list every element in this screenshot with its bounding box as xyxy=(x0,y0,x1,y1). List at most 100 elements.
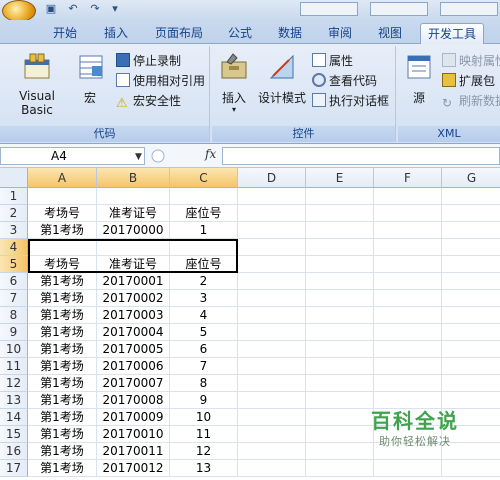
row-header[interactable]: 17 xyxy=(0,460,28,477)
table-cell[interactable]: 20170006 xyxy=(97,358,170,375)
table-cell[interactable] xyxy=(238,426,306,443)
table-cell[interactable] xyxy=(306,256,374,273)
table-cell[interactable]: 20170001 xyxy=(97,273,170,290)
table-cell[interactable]: 20170004 xyxy=(97,324,170,341)
table-cell[interactable] xyxy=(238,273,306,290)
table-cell[interactable]: 20170002 xyxy=(97,290,170,307)
tab-view[interactable]: 视图 xyxy=(370,23,410,44)
table-cell[interactable] xyxy=(238,341,306,358)
table-cell[interactable] xyxy=(442,307,500,324)
table-cell[interactable] xyxy=(306,375,374,392)
table-cell[interactable]: 5 xyxy=(170,324,238,341)
table-cell[interactable]: 第1考场 xyxy=(28,443,97,460)
table-cell[interactable]: 第1考场 xyxy=(28,409,97,426)
undo-icon[interactable]: ↶ xyxy=(66,2,80,16)
macro-security-button[interactable]: ⚠ 宏安全性 xyxy=(116,92,181,111)
column-header[interactable]: D xyxy=(238,168,306,188)
chevron-down-icon[interactable]: ▼ xyxy=(135,152,142,162)
table-cell[interactable]: 第1考场 xyxy=(28,273,97,290)
table-cell[interactable] xyxy=(374,256,442,273)
table-cell[interactable]: 9 xyxy=(170,392,238,409)
table-cell[interactable] xyxy=(306,307,374,324)
table-cell[interactable] xyxy=(442,324,500,341)
table-cell[interactable] xyxy=(238,290,306,307)
table-cell[interactable]: 第1考场 xyxy=(28,341,97,358)
table-cell[interactable] xyxy=(238,307,306,324)
table-cell[interactable] xyxy=(238,409,306,426)
table-cell[interactable]: 第1考场 xyxy=(28,290,97,307)
table-cell[interactable] xyxy=(442,273,500,290)
refresh-data-button[interactable]: ↻刷新数据 xyxy=(442,92,500,110)
stop-recording-button[interactable]: 停止录制 xyxy=(116,52,181,70)
name-box[interactable]: A4 xyxy=(0,147,145,165)
table-cell[interactable]: 20170007 xyxy=(97,375,170,392)
table-cell[interactable]: 20170010 xyxy=(97,426,170,443)
row-header[interactable]: 3 xyxy=(0,222,28,239)
table-cell[interactable]: 10 xyxy=(170,409,238,426)
table-cell[interactable] xyxy=(306,205,374,222)
table-cell[interactable]: 8 xyxy=(170,375,238,392)
table-cell[interactable] xyxy=(306,290,374,307)
office-button[interactable] xyxy=(2,0,36,22)
column-header[interactable]: A xyxy=(28,168,97,188)
table-cell[interactable] xyxy=(306,341,374,358)
table-cell[interactable] xyxy=(306,239,374,256)
table-cell[interactable]: 20170009 xyxy=(97,409,170,426)
table-cell[interactable] xyxy=(442,290,500,307)
table-cell[interactable] xyxy=(238,358,306,375)
save-icon[interactable]: ▣ xyxy=(44,2,58,16)
customize-toolbar-icon[interactable]: ▾ xyxy=(108,2,122,16)
table-cell[interactable]: 11 xyxy=(170,426,238,443)
row-header[interactable]: 16 xyxy=(0,443,28,460)
properties-button[interactable]: 属性 xyxy=(312,52,353,70)
table-cell[interactable] xyxy=(238,324,306,341)
column-header[interactable]: G xyxy=(442,168,500,188)
tab-review[interactable]: 审阅 xyxy=(320,23,360,44)
tab-insert[interactable]: 插入 xyxy=(96,23,136,44)
row-header[interactable]: 1 xyxy=(0,188,28,205)
row-header[interactable]: 11 xyxy=(0,358,28,375)
table-cell[interactable] xyxy=(374,375,442,392)
table-cell[interactable] xyxy=(442,239,500,256)
table-cell[interactable] xyxy=(442,188,500,205)
column-header[interactable]: F xyxy=(374,168,442,188)
table-cell[interactable] xyxy=(306,358,374,375)
table-cell[interactable] xyxy=(170,188,238,205)
table-cell[interactable]: 20170012 xyxy=(97,460,170,477)
source-button[interactable]: 源 xyxy=(402,52,436,106)
table-cell[interactable] xyxy=(374,188,442,205)
table-cell[interactable]: 20170003 xyxy=(97,307,170,324)
table-cell[interactable]: 第1考场 xyxy=(28,460,97,477)
table-cell[interactable]: 第1考场 xyxy=(28,358,97,375)
formula-input[interactable] xyxy=(222,147,500,165)
table-cell[interactable] xyxy=(97,188,170,205)
table-cell[interactable] xyxy=(442,460,500,477)
table-cell[interactable]: 7 xyxy=(170,358,238,375)
row-header[interactable]: 9 xyxy=(0,324,28,341)
table-cell[interactable]: 第1考场 xyxy=(28,375,97,392)
row-header[interactable]: 15 xyxy=(0,426,28,443)
macro-button[interactable]: 宏 xyxy=(76,52,104,106)
table-cell[interactable] xyxy=(306,188,374,205)
map-properties-button[interactable]: 映射属性 xyxy=(442,52,500,70)
table-cell[interactable]: 2 xyxy=(170,273,238,290)
row-header[interactable]: 8 xyxy=(0,307,28,324)
row-header[interactable]: 7 xyxy=(0,290,28,307)
row-header[interactable]: 6 xyxy=(0,273,28,290)
visual-basic-button[interactable]: Visual Basic xyxy=(2,52,72,117)
table-cell[interactable]: 12 xyxy=(170,443,238,460)
table-cell[interactable] xyxy=(442,222,500,239)
row-header[interactable]: 13 xyxy=(0,392,28,409)
tab-home[interactable]: 开始 xyxy=(45,23,85,44)
column-header[interactable]: C xyxy=(170,168,238,188)
row-header[interactable]: 14 xyxy=(0,409,28,426)
table-cell[interactable] xyxy=(374,358,442,375)
run-dialog-button[interactable]: 执行对话框 xyxy=(312,92,389,110)
table-cell[interactable] xyxy=(374,290,442,307)
view-code-button[interactable]: 查看代码 xyxy=(312,72,377,90)
table-cell[interactable]: 1 xyxy=(170,222,238,239)
table-cell[interactable] xyxy=(238,256,306,273)
table-cell[interactable] xyxy=(374,307,442,324)
row-header[interactable]: 10 xyxy=(0,341,28,358)
table-cell[interactable] xyxy=(442,341,500,358)
